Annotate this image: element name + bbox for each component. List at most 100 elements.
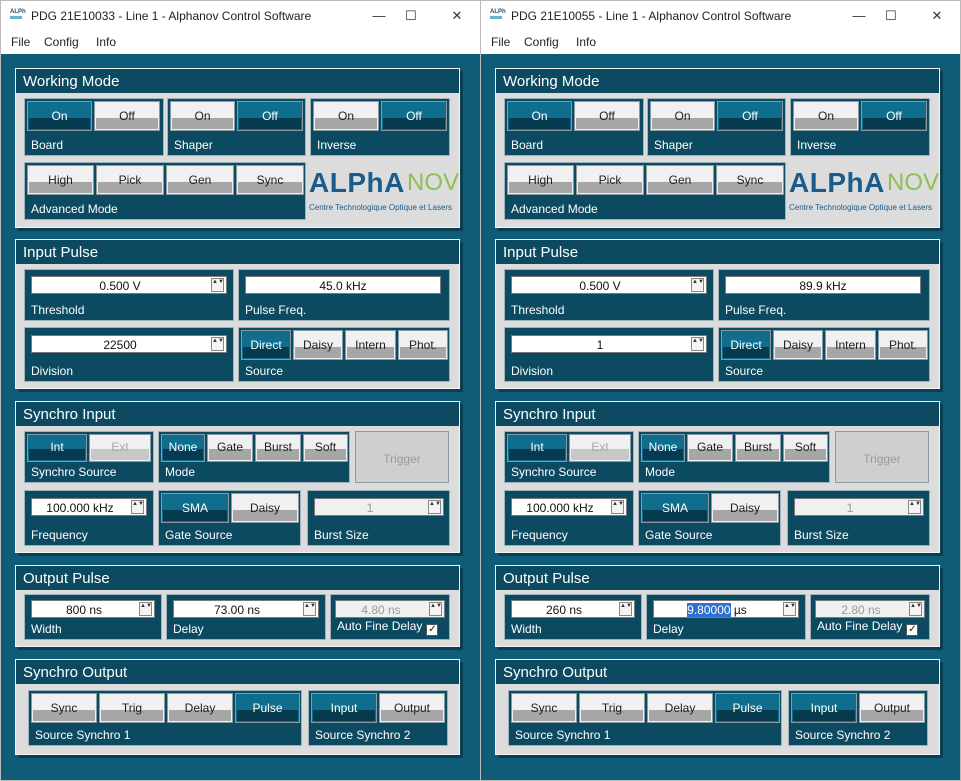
- board-off-button[interactable]: Off: [94, 101, 160, 131]
- mode-burst-button[interactable]: Burst: [735, 434, 781, 462]
- trigger-button: Trigger: [355, 431, 449, 483]
- synchro-output-panel: Synchro Output Sync Trig Delay Pulse Sou…: [15, 659, 460, 755]
- board-on-button[interactable]: On: [507, 101, 572, 131]
- shaper-on-button[interactable]: On: [170, 101, 235, 131]
- input-pulse-panel: Input Pulse 0.500 V ▲▼ Threshold 89.9 kHz…: [495, 239, 940, 389]
- gate-daisy-button[interactable]: Daisy: [231, 493, 299, 523]
- mode-soft-button[interactable]: Soft: [783, 434, 828, 462]
- frequency-label: Frequency: [511, 528, 568, 542]
- high-button[interactable]: High: [507, 165, 574, 195]
- source-phot-button[interactable]: Phot.: [878, 330, 928, 360]
- menu-file[interactable]: File: [491, 35, 510, 49]
- auto-fine-delay-checkbox[interactable]: ✓: [426, 624, 439, 636]
- spin-arrows-icon: ▲▼: [909, 602, 922, 616]
- inverse-on-button[interactable]: On: [793, 101, 859, 131]
- width-input[interactable]: 260 ns ▲▼: [511, 600, 635, 618]
- frequency-input[interactable]: 100.000 kHz ▲▼: [31, 498, 147, 516]
- sync-out-trig-button[interactable]: Trig: [579, 693, 645, 723]
- sync-out-pulse-button[interactable]: Pulse: [235, 693, 300, 723]
- shaper-off-button[interactable]: Off: [237, 101, 303, 131]
- division-label: Division: [511, 364, 554, 378]
- sync-out-sync-button[interactable]: Sync: [511, 693, 577, 723]
- inverse-off-button[interactable]: Off: [861, 101, 927, 131]
- source-direct-button[interactable]: Direct: [721, 330, 771, 360]
- source-synchro-2-group: Input Output Source Synchro 2: [788, 690, 928, 746]
- width-input[interactable]: 800 ns ▲▼: [31, 600, 155, 618]
- maximize-icon[interactable]: ☐: [875, 6, 907, 26]
- sync-out-delay-button[interactable]: Delay: [167, 693, 233, 723]
- mode-none-button[interactable]: None: [161, 434, 205, 462]
- sync-mode-button[interactable]: Sync: [236, 165, 304, 195]
- maximize-icon[interactable]: ☐: [395, 6, 427, 26]
- shaper-off-button[interactable]: Off: [717, 101, 783, 131]
- menu-bar: File Config Info: [1, 32, 480, 54]
- panel-title: Working Mode: [16, 69, 459, 93]
- mode-none-button[interactable]: None: [641, 434, 685, 462]
- panel-title: Input Pulse: [16, 240, 459, 264]
- shaper-on-button[interactable]: On: [650, 101, 715, 131]
- division-input[interactable]: 22500 ▲▼: [31, 335, 227, 353]
- threshold-input[interactable]: 0.500 V ▲▼: [511, 276, 707, 294]
- menu-config[interactable]: Config: [524, 35, 559, 49]
- source-daisy-button[interactable]: Daisy: [293, 330, 343, 360]
- pick-button[interactable]: Pick: [576, 165, 644, 195]
- menu-info[interactable]: Info: [96, 35, 116, 49]
- sync-out-input-button[interactable]: Input: [311, 693, 377, 723]
- pick-button[interactable]: Pick: [96, 165, 164, 195]
- source-intern-button[interactable]: Intern: [825, 330, 876, 360]
- source-synchro-2-label: Source Synchro 2: [315, 728, 411, 742]
- delay-input[interactable]: 9.80000 µs ▲▼: [653, 600, 799, 618]
- delay-group: 9.80000 µs ▲▼ Delay: [646, 594, 806, 640]
- fine-delay-group: 2.80 ns ▲▼ Auto Fine Delay ✓: [810, 594, 930, 640]
- synchro-int-button[interactable]: Int: [27, 434, 87, 462]
- source-intern-button[interactable]: Intern: [345, 330, 396, 360]
- spin-arrows-icon: ▲▼: [139, 602, 152, 616]
- spin-arrows-icon: ▲▼: [691, 337, 704, 351]
- gen-button[interactable]: Gen: [646, 165, 714, 195]
- inverse-label: Inverse: [797, 138, 837, 152]
- menu-file[interactable]: File: [11, 35, 30, 49]
- inverse-on-button[interactable]: On: [313, 101, 379, 131]
- synchro-int-button[interactable]: Int: [507, 434, 567, 462]
- gate-daisy-button[interactable]: Daisy: [711, 493, 779, 523]
- frequency-input[interactable]: 100.000 kHz ▲▼: [511, 498, 627, 516]
- delay-input[interactable]: 73.00 ns ▲▼: [173, 600, 319, 618]
- source-phot-button[interactable]: Phot.: [398, 330, 448, 360]
- panel-title: Synchro Input: [16, 402, 459, 426]
- minimize-icon[interactable]: —: [363, 6, 395, 26]
- sync-out-output-button[interactable]: Output: [379, 693, 445, 723]
- mode-gate-button[interactable]: Gate: [687, 434, 733, 462]
- gen-button[interactable]: Gen: [166, 165, 234, 195]
- sync-out-pulse-button[interactable]: Pulse: [715, 693, 780, 723]
- threshold-input[interactable]: 0.500 V ▲▼: [31, 276, 227, 294]
- board-on-button[interactable]: On: [27, 101, 92, 131]
- division-input[interactable]: 1 ▲▼: [511, 335, 707, 353]
- source-direct-button[interactable]: Direct: [241, 330, 291, 360]
- sync-out-output-button[interactable]: Output: [859, 693, 925, 723]
- gate-sma-button[interactable]: SMA: [641, 493, 709, 523]
- sync-out-trig-button[interactable]: Trig: [99, 693, 165, 723]
- sync-out-sync-button[interactable]: Sync: [31, 693, 97, 723]
- auto-fine-delay-label: Auto Fine Delay ✓: [337, 619, 439, 636]
- trigger-button: Trigger: [835, 431, 929, 483]
- mode-gate-button[interactable]: Gate: [207, 434, 253, 462]
- sync-out-delay-button[interactable]: Delay: [647, 693, 713, 723]
- high-button[interactable]: High: [27, 165, 94, 195]
- inverse-off-button[interactable]: Off: [381, 101, 447, 131]
- minimize-icon[interactable]: —: [843, 6, 875, 26]
- mode-burst-button[interactable]: Burst: [255, 434, 301, 462]
- auto-fine-delay-checkbox[interactable]: ✓: [906, 624, 919, 636]
- menu-info[interactable]: Info: [576, 35, 596, 49]
- burst-size-group: 1 ▲▼ Burst Size: [787, 490, 930, 546]
- sync-mode-button[interactable]: Sync: [716, 165, 784, 195]
- sync-out-input-button[interactable]: Input: [791, 693, 857, 723]
- gate-sma-button[interactable]: SMA: [161, 493, 229, 523]
- close-icon[interactable]: ✕: [441, 6, 473, 26]
- fine-delay-group: 4.80 ns ▲▼ Auto Fine Delay ✓: [330, 594, 450, 640]
- input-pulse-panel: Input Pulse 0.500 V ▲▼ Threshold 45.0 kHz…: [15, 239, 460, 389]
- source-daisy-button[interactable]: Daisy: [773, 330, 823, 360]
- menu-config[interactable]: Config: [44, 35, 79, 49]
- board-off-button[interactable]: Off: [574, 101, 640, 131]
- close-icon[interactable]: ✕: [921, 6, 953, 26]
- mode-soft-button[interactable]: Soft: [303, 434, 348, 462]
